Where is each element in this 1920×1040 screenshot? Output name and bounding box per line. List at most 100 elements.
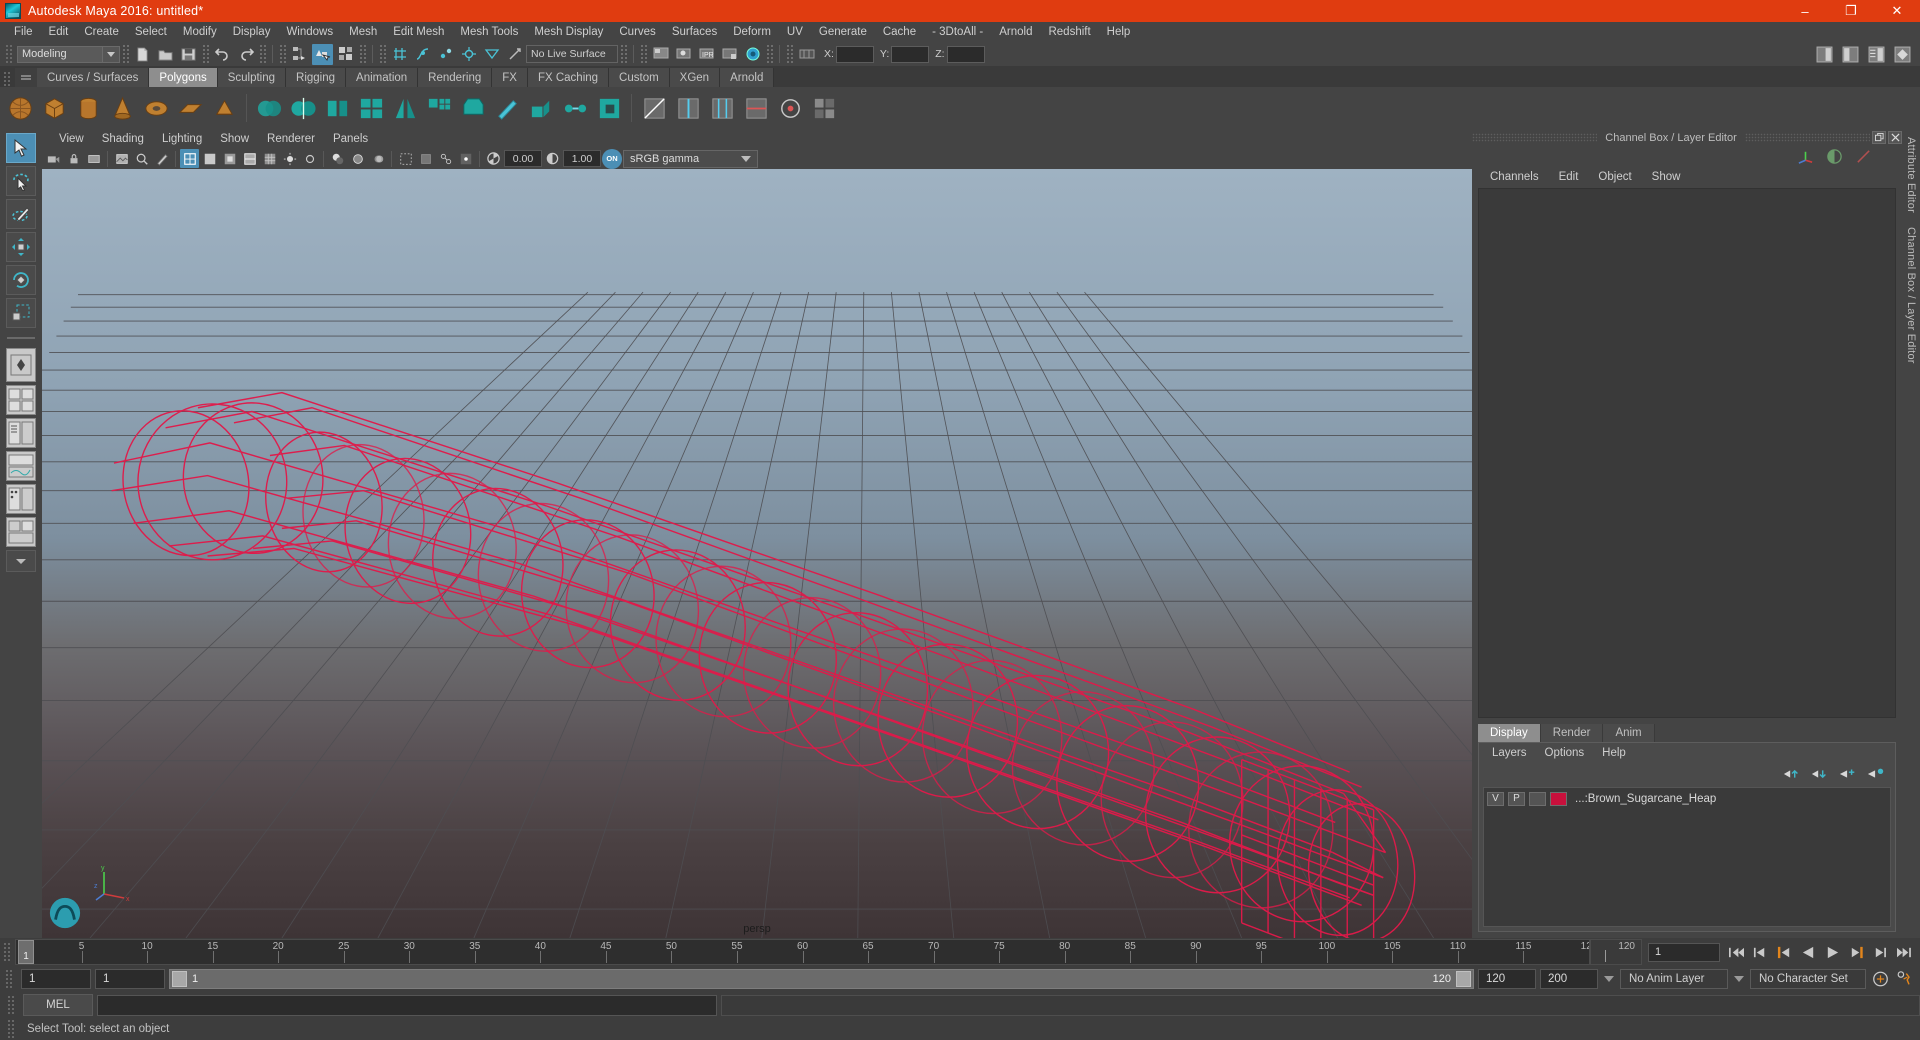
layer-row[interactable]: V P ...:Brown_Sugarcane_Heap	[1484, 790, 1890, 807]
layer-tab-anim[interactable]: Anim	[1603, 724, 1655, 742]
make-live-icon[interactable]	[504, 44, 525, 65]
render-settings-icon[interactable]	[719, 44, 740, 65]
mirror-geometry-icon[interactable]	[389, 92, 421, 124]
menu-item-edit-mesh[interactable]: Edit Mesh	[385, 24, 452, 40]
lasso-select-tool-icon[interactable]	[6, 166, 36, 196]
menu-item-generate[interactable]: Generate	[811, 24, 875, 40]
range-slider-grip[interactable]	[5, 969, 14, 989]
anim-layer-selector[interactable]: No Anim Layer	[1620, 969, 1728, 989]
menu-item-mesh-display[interactable]: Mesh Display	[526, 24, 611, 40]
shelf-tab-sculpting[interactable]: Sculpting	[217, 68, 287, 87]
range-start-handle[interactable]	[172, 971, 187, 987]
select-camera-icon[interactable]	[44, 149, 63, 168]
connect-components-icon[interactable]	[740, 92, 772, 124]
exposure-input[interactable]: 0.00	[504, 150, 542, 167]
viewport-menu-view[interactable]: View	[50, 132, 93, 146]
vertical-tab-attribute-editor[interactable]: Attribute Editor	[1905, 137, 1917, 213]
shelf-grip[interactable]	[3, 71, 12, 87]
extract-icon[interactable]	[321, 92, 353, 124]
menu-item-surfaces[interactable]: Surfaces	[664, 24, 725, 40]
undo-icon[interactable]	[212, 44, 233, 65]
new-scene-icon[interactable]	[132, 44, 153, 65]
open-scene-icon[interactable]	[155, 44, 176, 65]
step-forward-frame-icon[interactable]	[1846, 942, 1866, 962]
close-panel-icon[interactable]	[1888, 131, 1902, 144]
viewport-menu-lighting[interactable]: Lighting	[153, 132, 211, 146]
maximize-button[interactable]: ❐	[1828, 0, 1874, 22]
command-language-button[interactable]: MEL	[23, 994, 93, 1016]
select-tool-icon[interactable]	[6, 133, 36, 163]
transform-y-input[interactable]	[891, 45, 930, 63]
layer-menu-layers[interactable]: Layers	[1483, 746, 1536, 760]
anim-layer-chevron-down-icon[interactable]	[1602, 969, 1616, 989]
separate-icon[interactable]	[287, 92, 319, 124]
menu-item-select[interactable]: Select	[127, 24, 175, 40]
command-input[interactable]	[97, 994, 717, 1016]
shelf-options-icon[interactable]	[15, 68, 37, 87]
help-line-grip[interactable]	[7, 1019, 16, 1039]
paint-select-tool-icon[interactable]	[6, 199, 36, 229]
menu-item-edit[interactable]: Edit	[41, 24, 77, 40]
command-line-grip[interactable]	[7, 995, 16, 1015]
layer-tab-display[interactable]: Display	[1478, 724, 1541, 742]
command-output[interactable]	[721, 994, 1920, 1016]
layer-menu-options[interactable]: Options	[1536, 746, 1594, 760]
layer-color-swatch[interactable]	[1550, 791, 1567, 806]
isolate-select-icon[interactable]	[396, 149, 415, 168]
image-plane-icon[interactable]	[112, 149, 131, 168]
create-layer-from-selected-icon[interactable]	[1867, 767, 1885, 781]
go-to-end-icon[interactable]	[1894, 942, 1914, 962]
two-d-pan-zoom-icon[interactable]	[132, 149, 151, 168]
playback-end-time-field[interactable]: 120	[1478, 969, 1536, 989]
xray-active-components-icon[interactable]	[456, 149, 475, 168]
animation-preferences-icon[interactable]	[1894, 969, 1914, 989]
menu-item-help[interactable]: Help	[1099, 24, 1139, 40]
use-all-lights-icon[interactable]	[300, 149, 319, 168]
persp-graph-layout-icon[interactable]	[6, 451, 36, 481]
menu-item-redshift[interactable]: Redshift	[1040, 24, 1098, 40]
step-back-frame-icon[interactable]	[1774, 942, 1794, 962]
polygon-prism-icon[interactable]	[208, 92, 240, 124]
play-forwards-icon[interactable]	[1822, 942, 1842, 962]
booleans-icon[interactable]	[355, 92, 387, 124]
menu-set-chevron-down-icon[interactable]	[103, 45, 120, 63]
open-render-view-icon[interactable]	[650, 44, 671, 65]
polygon-cone-icon[interactable]	[106, 92, 138, 124]
combine-icon[interactable]	[253, 92, 285, 124]
select-by-component-type-icon[interactable]	[335, 44, 356, 65]
outliner-persp-layout-icon[interactable]	[6, 418, 36, 448]
merge-vertices-icon[interactable]	[559, 92, 591, 124]
move-layer-up-icon[interactable]	[1783, 767, 1801, 781]
menu-item-modify[interactable]: Modify	[175, 24, 225, 40]
quad-draw-icon[interactable]	[808, 92, 840, 124]
camera-attributes-icon[interactable]	[84, 149, 103, 168]
show-tool-settings-icon[interactable]	[1840, 44, 1861, 65]
move-layer-down-icon[interactable]	[1811, 767, 1829, 781]
menu-item-deform[interactable]: Deform	[725, 24, 779, 40]
menu-item-cache[interactable]: Cache	[875, 24, 924, 40]
render-current-frame-icon[interactable]	[673, 44, 694, 65]
fill-hole-icon[interactable]	[593, 92, 625, 124]
snap-to-grid-icon[interactable]	[389, 44, 410, 65]
xray-icon[interactable]	[416, 149, 435, 168]
go-to-start-icon[interactable]	[1726, 942, 1746, 962]
layer-tab-render[interactable]: Render	[1540, 724, 1604, 742]
scale-tool-icon[interactable]	[6, 298, 36, 328]
ipr-render-icon[interactable]: IPR	[696, 44, 717, 65]
shelf-tab-polygons[interactable]: Polygons	[149, 68, 218, 87]
polygon-torus-icon[interactable]	[140, 92, 172, 124]
gamma-circle-icon[interactable]	[1826, 148, 1843, 165]
rotate-tool-icon[interactable]	[6, 265, 36, 295]
smooth-shade-all-icon[interactable]	[200, 149, 219, 168]
menu-item-uv[interactable]: UV	[779, 24, 811, 40]
menu-item-curves[interactable]: Curves	[611, 24, 663, 40]
menu-item-file[interactable]: File	[6, 24, 41, 40]
shadows-icon[interactable]	[328, 149, 347, 168]
menu-item-mesh-tools[interactable]: Mesh Tools	[452, 24, 526, 40]
create-new-layer-icon[interactable]	[1839, 767, 1857, 781]
toggle-transform-fields-icon[interactable]	[796, 44, 817, 65]
grease-pencil-icon[interactable]	[152, 149, 171, 168]
four-pane-layout-icon[interactable]	[6, 385, 36, 415]
shelf-tab-custom[interactable]: Custom	[609, 68, 670, 87]
channel-box-menu-edit[interactable]: Edit	[1549, 169, 1589, 185]
